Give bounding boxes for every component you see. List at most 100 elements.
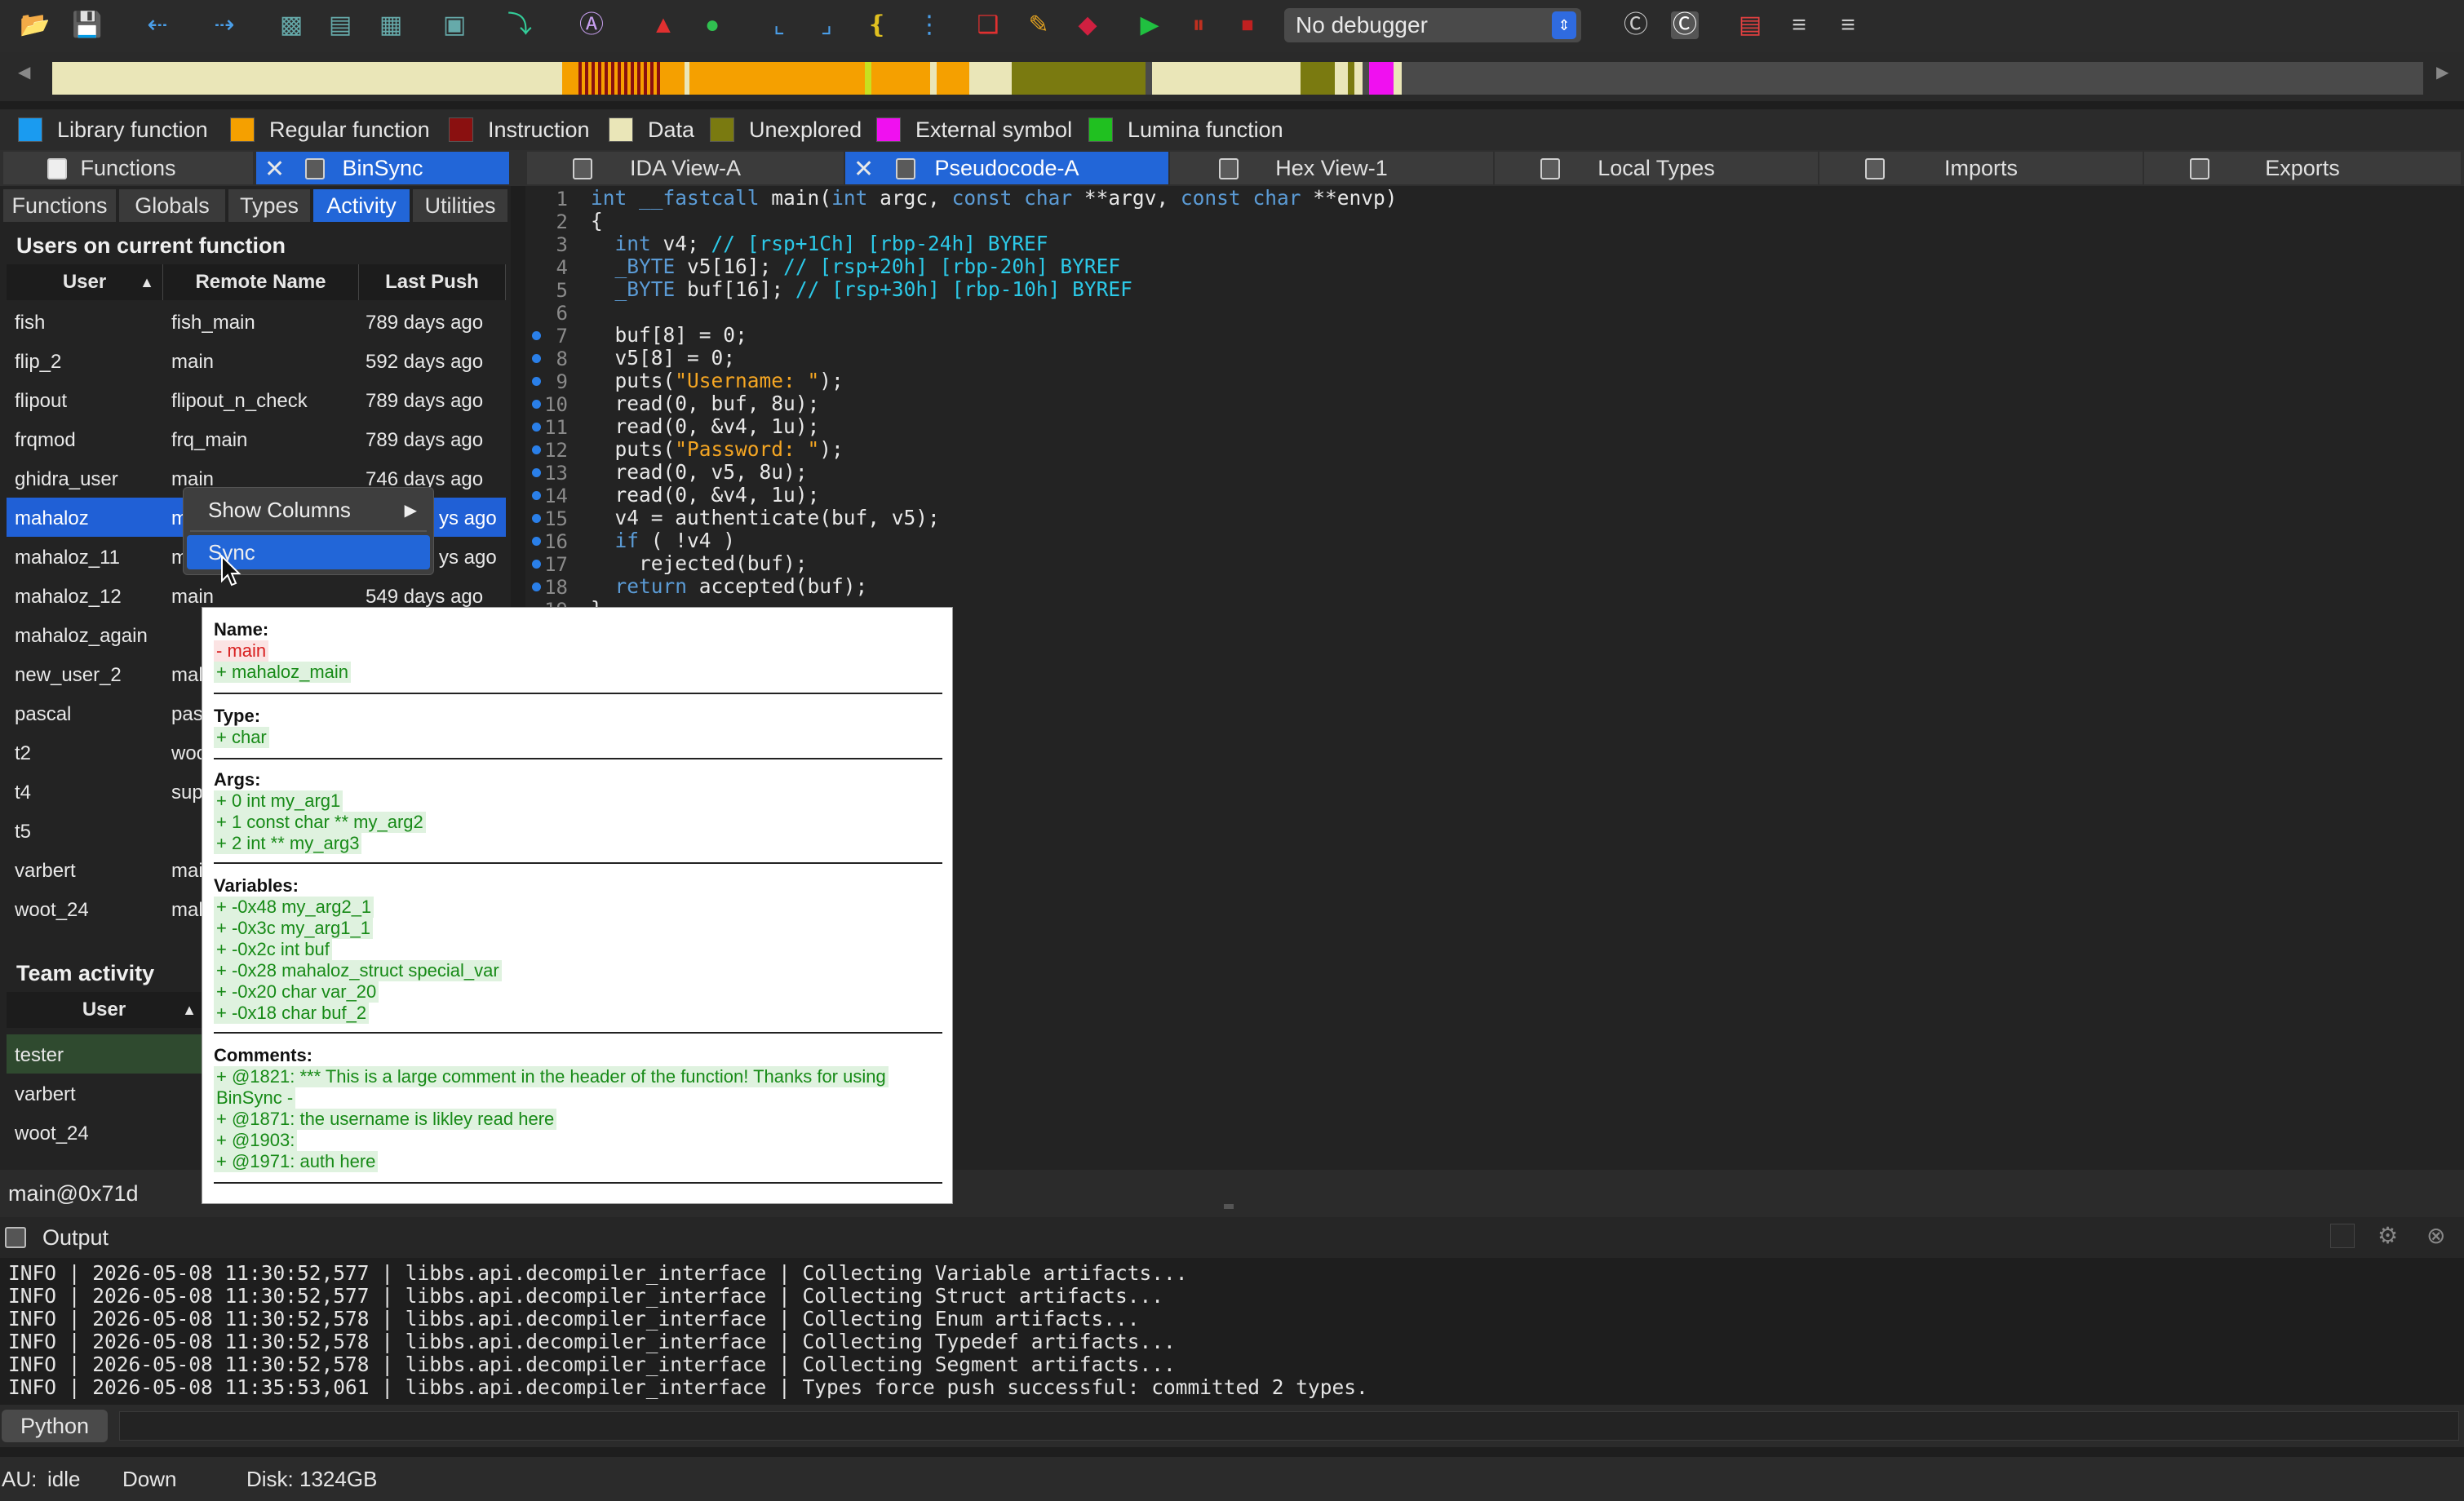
breakpoint-dot-icon[interactable]	[532, 514, 541, 523]
subtab-functions[interactable]: Functions	[3, 189, 116, 222]
start-debugger-icon[interactable]: ▶	[1136, 11, 1163, 39]
restore-icon[interactable]: ⚙	[2378, 1222, 2398, 1249]
code-line[interactable]: return accepted(buf);	[591, 574, 868, 598]
python-language-button[interactable]: Python	[2, 1410, 108, 1442]
code-line[interactable]: puts("Password: ");	[591, 437, 844, 461]
code-line[interactable]: {	[591, 209, 603, 232]
code-line[interactable]: read(0, &v4, 1u);	[591, 483, 820, 507]
breakpoint-icon[interactable]: ▲	[649, 11, 677, 39]
breakpoint-dot-icon[interactable]	[532, 445, 541, 454]
unknown-icon[interactable]: ⋮	[915, 11, 943, 39]
breakpoint-dot-icon[interactable]	[532, 400, 541, 409]
save-icon[interactable]: 💾	[72, 11, 102, 39]
disk-space: Disk: 1324GB	[246, 1467, 378, 1491]
breakpoint-dot-icon[interactable]	[532, 537, 541, 546]
code-line[interactable]: read(0, &v4, 1u);	[591, 414, 820, 438]
column-header-remote-name[interactable]: Remote Name	[163, 264, 359, 300]
tooltip-arg: + 2 int ** my_arg3	[214, 833, 362, 854]
splitter-handle[interactable]	[1224, 1204, 1234, 1209]
enum-toolbar-icon[interactable]: ▣	[441, 11, 468, 39]
column-header-user[interactable]: User ▲	[7, 264, 163, 300]
step-down-icon[interactable]: ⤵	[506, 11, 534, 39]
code-line[interactable]: read(0, buf, 8u);	[591, 392, 820, 415]
string-icon[interactable]: Ⓐ	[578, 11, 605, 39]
breakpoint-dot-icon[interactable]	[532, 582, 541, 591]
breakpoint-dot-icon[interactable]	[532, 354, 541, 363]
close-icon[interactable]: ⊗	[2426, 1222, 2445, 1249]
subtab-activity[interactable]: Activity	[313, 189, 410, 222]
run-circle-icon[interactable]: ●	[698, 11, 726, 39]
list-indent-icon[interactable]: ≡	[1785, 11, 1813, 39]
patch-icon[interactable]: ✎	[1025, 11, 1053, 39]
nav-left-arrow-icon[interactable]: ◀	[18, 62, 30, 82]
navigation-bar[interactable]	[52, 62, 2423, 95]
code-line[interactable]: if ( !v4 )	[591, 529, 736, 552]
decompile-icon[interactable]: Ⓒ	[1622, 11, 1650, 39]
table-row[interactable]: fish fish_main 789 days ago	[7, 302, 506, 341]
breakpoint-dot-icon[interactable]	[532, 331, 541, 340]
legend-item-data: Data	[609, 117, 694, 142]
code-line[interactable]: _BYTE buf[16]; // [rsp+30h] [rbp-10h] BY…	[591, 277, 1132, 301]
align-icon[interactable]: ❴	[863, 11, 891, 39]
code-line[interactable]: puts("Username: ");	[591, 369, 844, 392]
tab-hex-view-1[interactable]: Hex View-1	[1170, 152, 1493, 184]
line-number: 3	[556, 233, 568, 256]
list-outdent-icon[interactable]: ≡	[1834, 11, 1862, 39]
struct-toolbar-icon[interactable]: ▦	[377, 11, 405, 39]
tab-functions[interactable]: Functions	[3, 152, 253, 184]
hex-view-toolbar-icon[interactable]: ▩	[277, 11, 305, 39]
binsync-tab-icon	[305, 158, 325, 179]
subtab-types[interactable]: Types	[228, 189, 310, 222]
status-bar: AU: idle Down Disk: 1324GB	[0, 1457, 2464, 1501]
code-line[interactable]: v4 = authenticate(buf, v5);	[591, 506, 940, 529]
code-line[interactable]: v5[8] = 0;	[591, 346, 736, 370]
breakpoint-dot-icon[interactable]	[532, 468, 541, 477]
code-line[interactable]: int v4; // [rsp+1Ch] [rbp-24h] BYREF	[591, 232, 1048, 255]
table-row[interactable]: flipout flipout_n_check 789 days ago	[7, 380, 506, 419]
close-icon[interactable]: ✕	[264, 155, 285, 184]
back-arrow-icon[interactable]: ⇠	[144, 11, 171, 39]
debugger-select[interactable]: No debugger ⇕	[1284, 8, 1581, 42]
tab-ida-view-a[interactable]: IDA View-A	[527, 152, 844, 184]
code-line[interactable]: read(0, v5, 8u);	[591, 460, 808, 484]
forward-arrow-icon[interactable]: ⇢	[211, 11, 238, 39]
table-row[interactable]: frqmod frq_main 789 days ago	[7, 419, 506, 458]
subtab-utilities[interactable]: Utilities	[413, 189, 507, 222]
code-line[interactable]: buf[8] = 0;	[591, 323, 747, 347]
breakpoint-dot-icon[interactable]	[532, 423, 541, 432]
tab-exports[interactable]: Exports	[2144, 152, 2461, 184]
generate-pseudocode-icon[interactable]: Ⓒ	[1671, 11, 1699, 39]
code-line[interactable]: _BYTE v5[16]; // [rsp+20h] [rbp-20h] BYR…	[591, 255, 1121, 278]
column-header-last-push[interactable]: Last Push	[359, 264, 506, 300]
breakpoint-dot-icon[interactable]	[532, 377, 541, 386]
code-icon[interactable]: ⌞	[765, 11, 793, 39]
tab-binsync[interactable]: ✕ BinSync	[256, 152, 509, 184]
window-layout-icon[interactable]: ▤	[1736, 11, 1764, 39]
tab-imports[interactable]: Imports	[1819, 152, 2143, 184]
subtab-globals[interactable]: Globals	[119, 189, 225, 222]
legend-item-unexplored: Unexplored	[710, 117, 862, 142]
log-line: INFO | 2026-05-08 11:30:52,577 | libbs.a…	[8, 1284, 1164, 1308]
python-command-input[interactable]	[119, 1411, 2459, 1441]
output-header: Output ⚙ ⊗	[0, 1217, 2464, 1258]
graph-view-toolbar-icon[interactable]: ▤	[326, 11, 354, 39]
column-header-team-user[interactable]: User ▲	[7, 992, 202, 1028]
breakpoint-dot-icon[interactable]	[532, 491, 541, 500]
output-float-icon[interactable]	[2330, 1224, 2355, 1248]
nav-right-arrow-icon[interactable]: ▶	[2436, 62, 2448, 82]
stop-icon[interactable]: ⏹	[1234, 11, 1261, 39]
stop-sign-icon[interactable]: ◆	[1074, 11, 1101, 39]
open-folder-icon[interactable]: 📂	[20, 11, 50, 39]
code-line[interactable]: rejected(buf);	[591, 551, 808, 575]
menu-item-show-columns[interactable]: Show Columns ▶	[184, 493, 433, 527]
data-icon[interactable]: ⌟	[813, 11, 840, 39]
breakpoint-dot-icon[interactable]	[532, 560, 541, 569]
code-line[interactable]: int __fastcall main(int argc, const char…	[591, 186, 1397, 210]
undefine-icon[interactable]: ❑	[974, 11, 1002, 39]
close-icon[interactable]: ✕	[853, 155, 874, 184]
pause-icon[interactable]: ⏸	[1185, 11, 1212, 39]
table-row[interactable]: flip_2 main 592 days ago	[7, 341, 506, 380]
tab-pseudocode-a[interactable]: ✕ Pseudocode-A	[845, 152, 1168, 184]
tab-local-types[interactable]: Local Types	[1495, 152, 1818, 184]
output-log[interactable]: INFO | 2026-05-08 11:30:52,577 | libbs.a…	[0, 1258, 2464, 1405]
